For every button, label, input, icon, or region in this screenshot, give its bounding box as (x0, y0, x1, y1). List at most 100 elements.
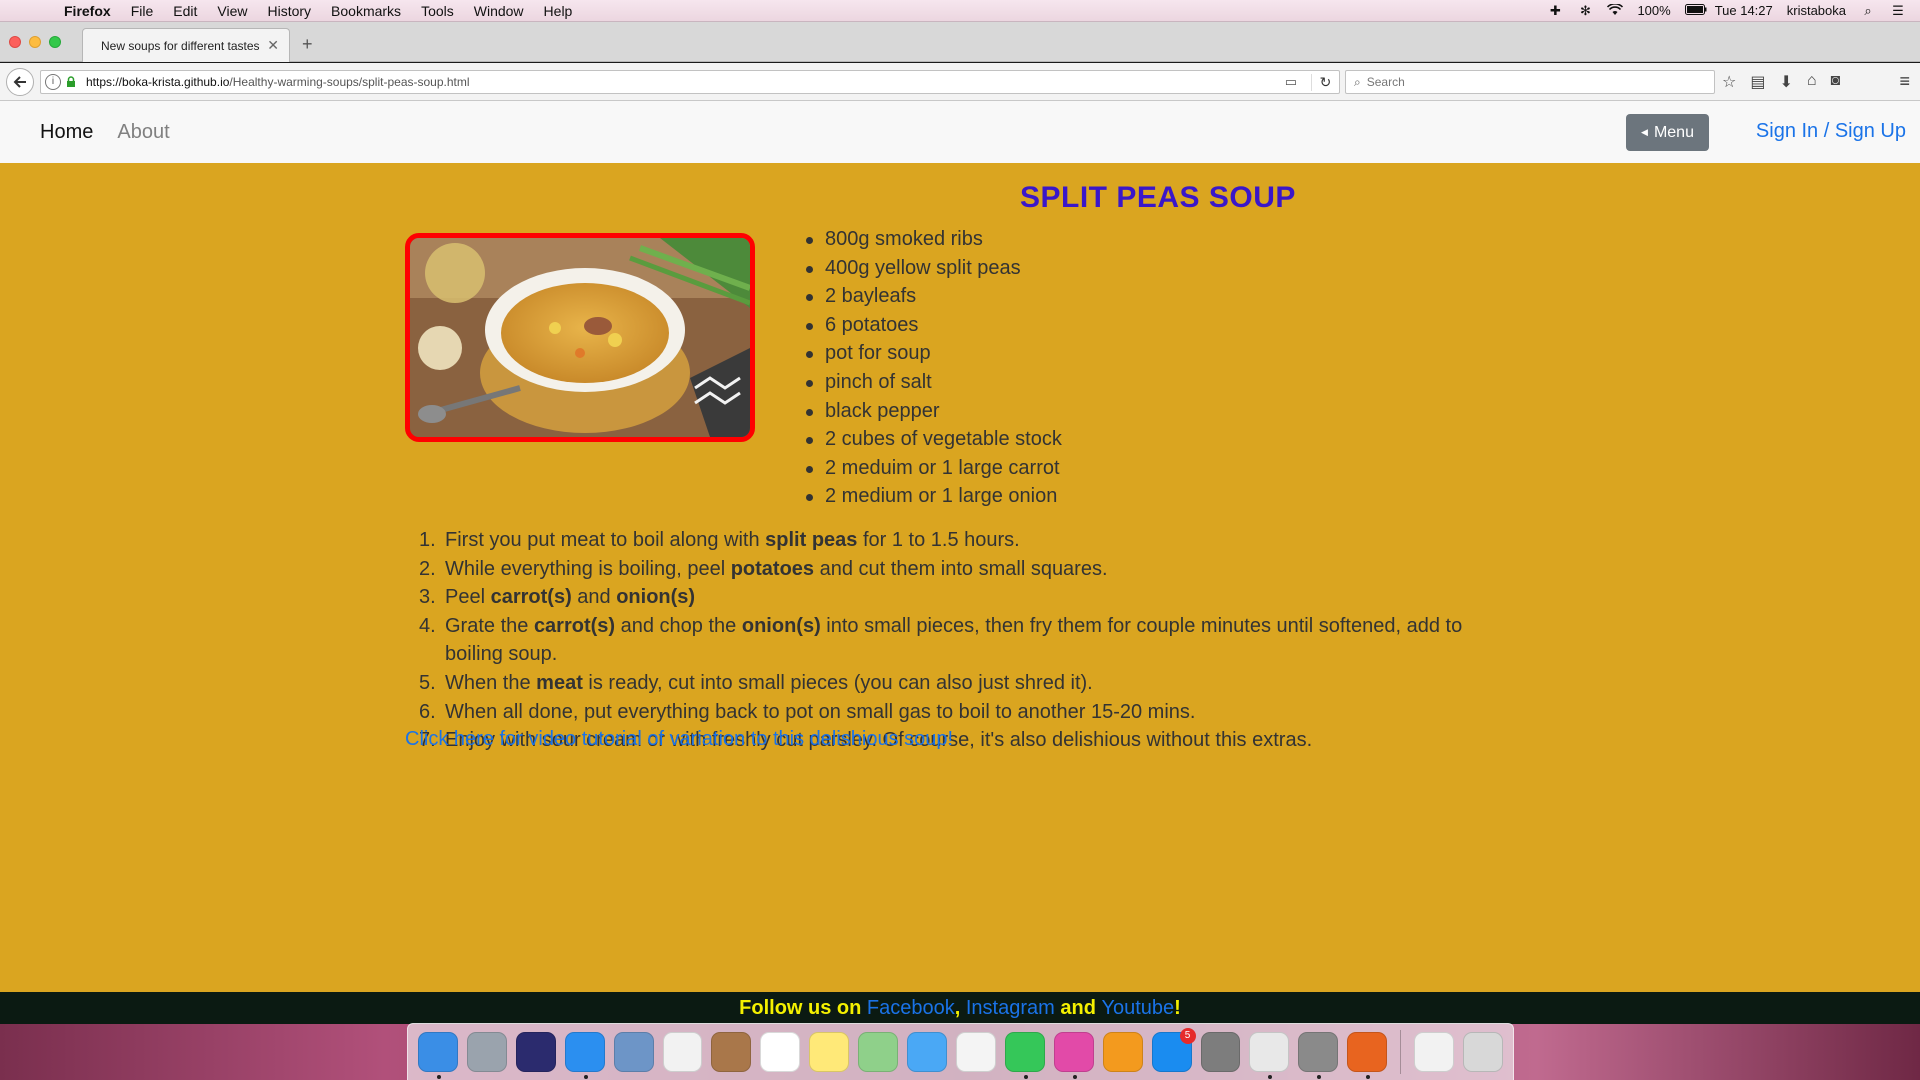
hamburger-menu-icon[interactable]: ≡ (1899, 71, 1910, 92)
menu-view[interactable]: View (207, 3, 257, 19)
macos-dock: 5 (407, 1023, 1514, 1080)
dock-separator (1400, 1030, 1402, 1074)
reload-icon[interactable]: ↻ (1311, 73, 1339, 91)
instruction-step: When all done, put everything back to po… (410, 698, 1520, 727)
instruction-step: While everything is boiling, peel potato… (410, 555, 1520, 584)
step-bold: carrot(s) (490, 586, 572, 609)
footer-sep: , (954, 997, 966, 1019)
youtube-link[interactable]: Youtube (1101, 997, 1174, 1019)
video-tutorial-link[interactable]: Click here for video tutorial of variati… (405, 728, 953, 751)
folder-stack-icon[interactable] (1414, 1032, 1455, 1072)
search-bar[interactable]: ⌕ Search (1345, 70, 1715, 94)
notebook-icon[interactable] (711, 1032, 752, 1072)
reminders-icon[interactable] (662, 1032, 703, 1072)
step-text: When all done, put everything back to po… (445, 700, 1196, 723)
running-indicator (583, 1075, 588, 1079)
calendar-icon[interactable] (760, 1032, 801, 1072)
menu-file[interactable]: File (121, 3, 164, 19)
ingredient-item: 2 meduim or 1 large carrot (806, 454, 1062, 483)
bookmark-star-icon[interactable]: ☆ (1722, 72, 1736, 92)
pocket-icon[interactable]: ◙ (1831, 72, 1841, 92)
window-minimize-button[interactable] (29, 36, 41, 48)
siri-icon[interactable] (515, 1032, 556, 1072)
bookmarks-library-icon[interactable]: ▤ (1750, 72, 1765, 92)
menu-window[interactable]: Window (464, 3, 534, 19)
running-indicator (1072, 1075, 1077, 1079)
menu-edit[interactable]: Edit (163, 3, 207, 19)
finder-icon[interactable] (418, 1032, 458, 1079)
menubar-clock[interactable]: Tue 14:27 (1715, 3, 1773, 18)
step-text: and (571, 586, 617, 609)
menu-app-firefox[interactable]: Firefox (54, 3, 121, 19)
bluetooth-icon[interactable]: ✻ (1577, 3, 1593, 18)
ingredient-item: 400g yellow split peas (806, 254, 1062, 283)
footer-sep: and (1054, 997, 1102, 1019)
maps-icon[interactable] (858, 1032, 899, 1072)
site-footer: Follow us on Facebook, Instagram and You… (0, 992, 1920, 1024)
macos-menubar: Firefox File Edit View History Bookmarks… (0, 0, 1920, 22)
terminal-tool-icon[interactable] (1298, 1032, 1339, 1079)
back-button[interactable] (6, 68, 34, 96)
browser-tab-active[interactable]: New soups for different tastes ✕ (82, 28, 290, 62)
arrow-left-icon (13, 76, 26, 88)
itunes-icon[interactable] (1053, 1032, 1094, 1079)
step-bold: split peas (765, 529, 858, 551)
ingredient-item: 6 potatoes (806, 311, 1062, 340)
url-text[interactable]: https://boka-krista.github.io/Healthy-wa… (86, 75, 470, 89)
ibooks-icon[interactable] (1102, 1032, 1143, 1072)
safari-icon[interactable] (564, 1032, 605, 1079)
notes-icon[interactable] (809, 1032, 850, 1072)
url-domain: https://boka-krista.github.io (86, 75, 230, 89)
running-indicator (437, 1075, 441, 1079)
reader-view-icon[interactable]: ▭ (1285, 74, 1297, 90)
nav-home-link[interactable]: Home (40, 121, 93, 144)
menu-history[interactable]: History (257, 3, 321, 19)
window-close-button[interactable] (9, 36, 21, 48)
system-preferences-icon[interactable] (1200, 1032, 1241, 1072)
launchpad-icon[interactable] (466, 1032, 507, 1072)
step-text: Peel (445, 586, 491, 609)
instagram-link[interactable]: Instagram (966, 997, 1055, 1019)
app-store-icon[interactable]: 5 (1151, 1028, 1196, 1072)
soup-image (405, 233, 755, 442)
trash-icon[interactable] (1463, 1032, 1503, 1072)
menu-bookmarks[interactable]: Bookmarks (321, 3, 411, 19)
plus-extension-icon[interactable]: ✚ (1547, 3, 1563, 18)
ingredient-item: 2 cubes of vegetable stock (806, 425, 1062, 454)
menu-help[interactable]: Help (534, 3, 583, 19)
notification-center-icon[interactable]: ☰ (1890, 3, 1906, 18)
browser-navbar: i https://boka-krista.github.io/Healthy-… (0, 63, 1920, 101)
downloads-icon[interactable]: ⬇ (1779, 72, 1792, 92)
step-text: While everything is boiling, peel (445, 557, 731, 580)
step-bold: carrot(s) (533, 614, 616, 637)
firefox-icon[interactable] (1347, 1032, 1388, 1079)
secure-lock-icon[interactable] (66, 76, 78, 88)
photos-icon[interactable] (955, 1032, 996, 1072)
wifi-icon[interactable] (1607, 2, 1624, 18)
facetime-icon[interactable] (1004, 1032, 1045, 1079)
step-bold: potatoes (730, 557, 815, 580)
menu-tools[interactable]: Tools (411, 3, 464, 19)
url-bar[interactable]: i https://boka-krista.github.io/Healthy-… (40, 70, 1340, 94)
nav-about-link[interactable]: About (117, 121, 169, 144)
battery-icon[interactable] (1684, 3, 1707, 18)
instruction-step: When the meat is ready, cut into small p… (410, 669, 1520, 698)
preview-icon[interactable] (613, 1032, 654, 1072)
sign-in-up-link[interactable]: Sign In / Sign Up (1756, 120, 1906, 143)
menubar-user[interactable]: kristaboka (1787, 3, 1846, 18)
home-icon[interactable]: ⌂ (1807, 72, 1817, 92)
window-maximize-button[interactable] (49, 36, 61, 48)
new-tab-button[interactable]: + (302, 34, 313, 55)
step-text: and cut them into small squares. (814, 557, 1108, 580)
spotlight-search-icon[interactable]: ⌕ (1860, 3, 1876, 18)
search-placeholder: Search (1366, 75, 1405, 89)
chrome-icon[interactable] (1249, 1032, 1290, 1079)
soup-bowl-illustration (410, 238, 750, 437)
site-info-icon[interactable]: i (45, 74, 61, 90)
step-text: for 1 to 1.5 hours. (857, 529, 1020, 551)
menu-button[interactable]: ◀ Menu (1626, 114, 1709, 151)
facebook-link[interactable]: Facebook (867, 997, 955, 1019)
messages-icon[interactable] (907, 1032, 947, 1072)
ingredient-item: pinch of salt (806, 368, 1062, 397)
tab-close-icon[interactable]: ✕ (267, 37, 279, 54)
